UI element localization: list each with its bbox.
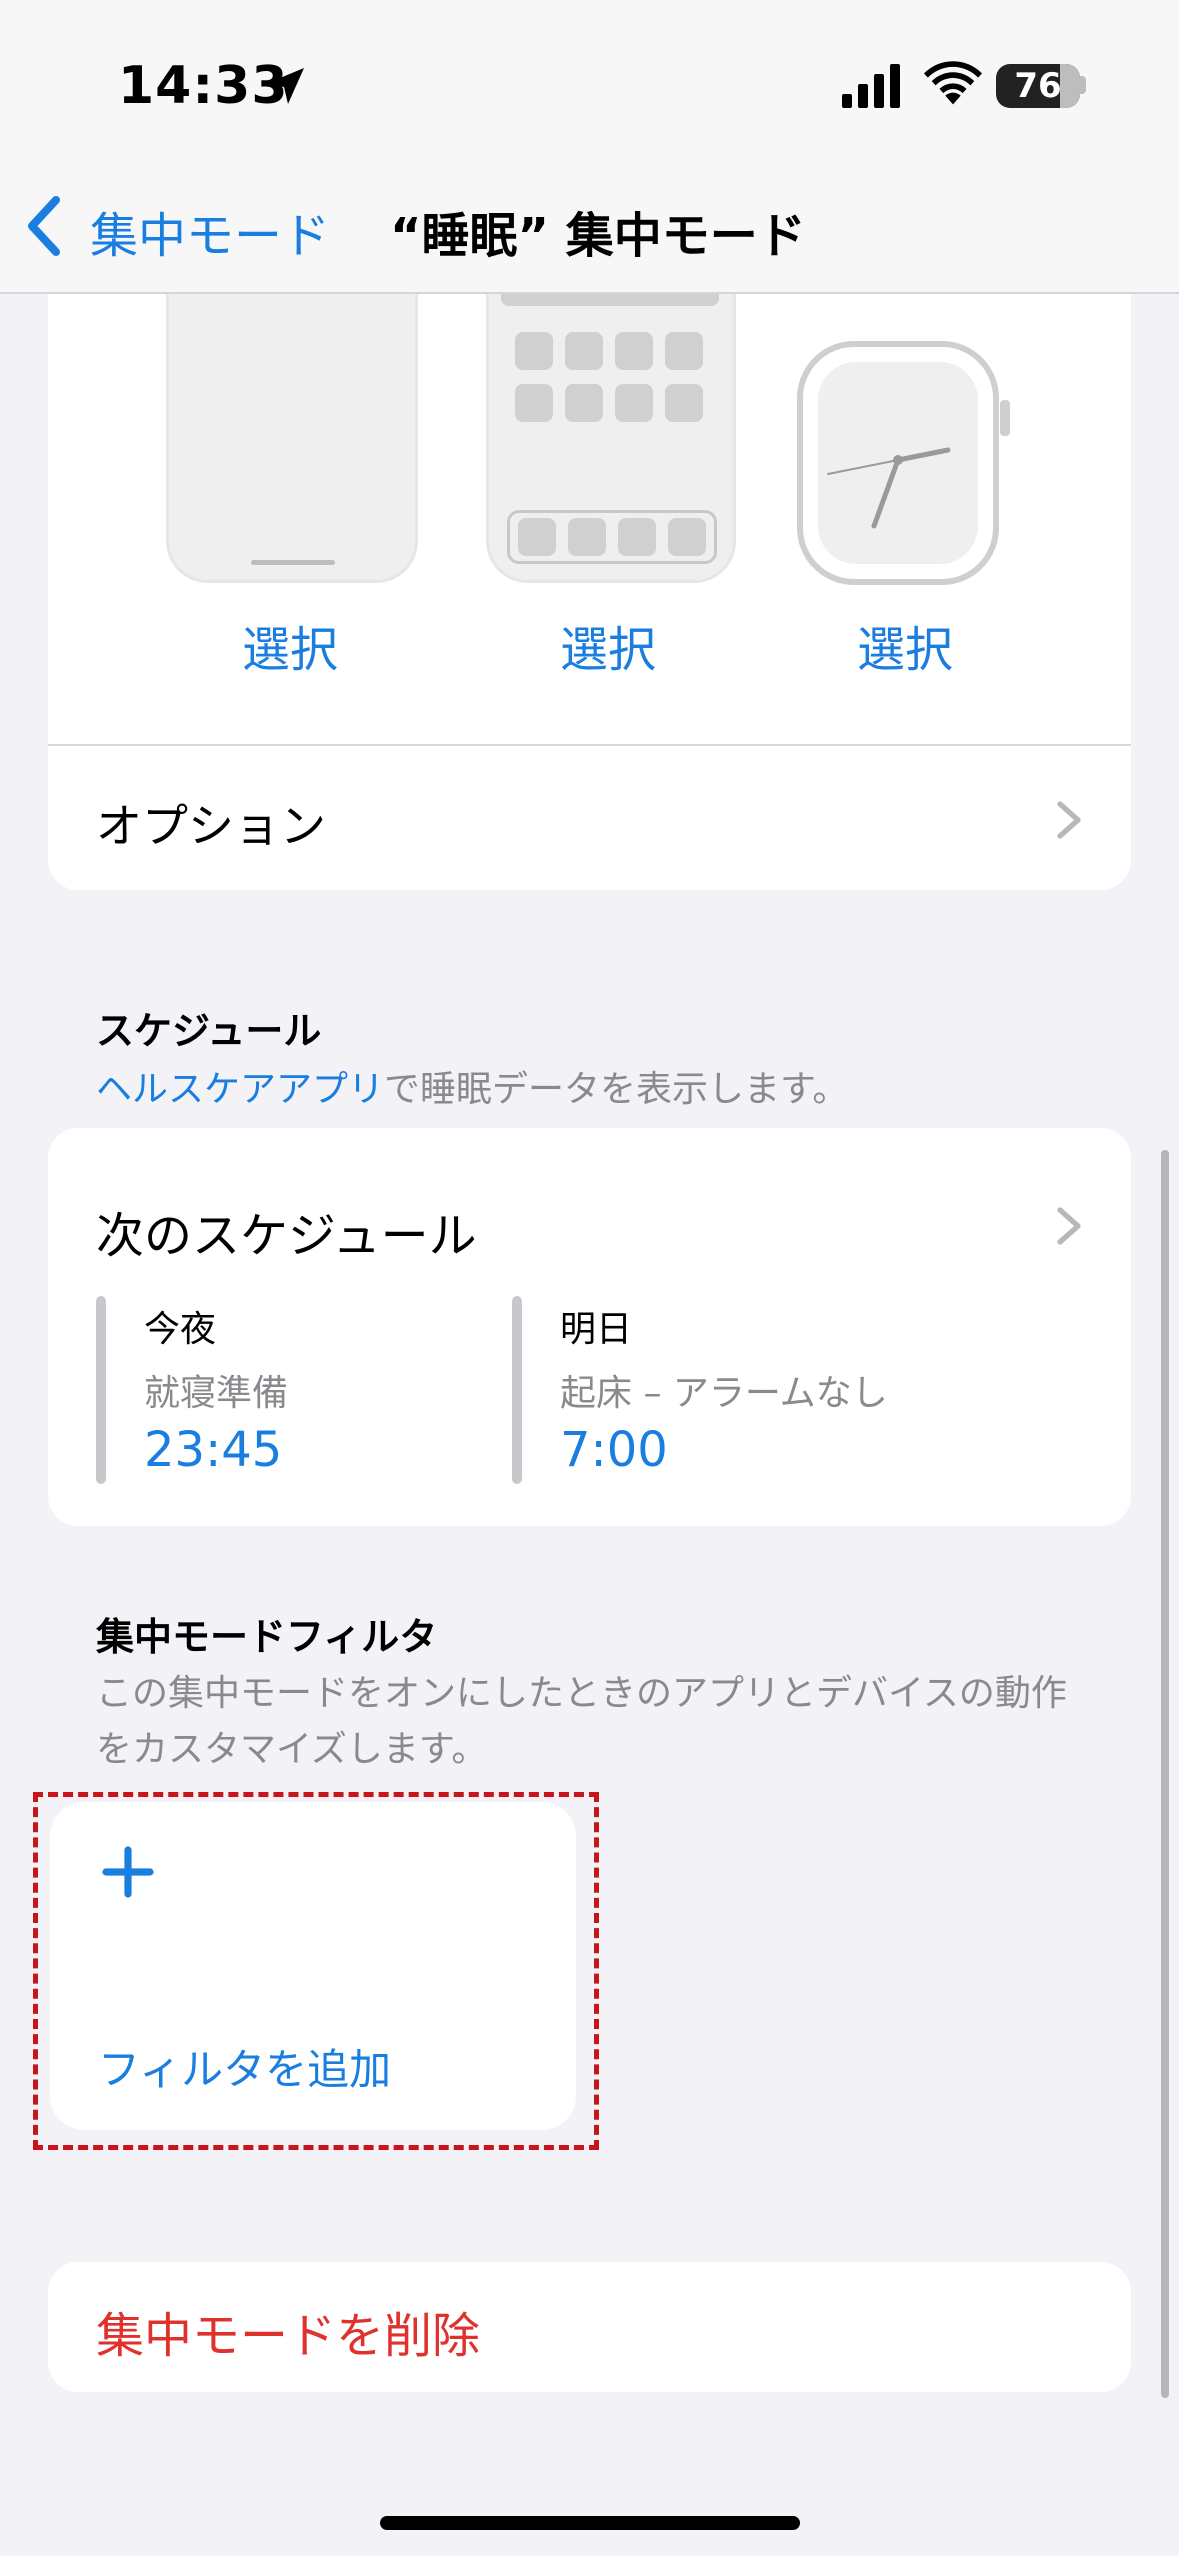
schedule-item-bar xyxy=(512,1296,522,1484)
top-bar: 14:33 76 集中モード “睡眠” 集中モード xyxy=(0,0,1179,294)
app-icon-placeholder xyxy=(565,384,603,422)
lock-screen-preview[interactable] xyxy=(166,292,418,583)
app-icon-placeholder xyxy=(515,384,553,422)
focus-filters-description: この集中モードをオンにしたときのアプリとデバイスの動作をカスタマイズします。 xyxy=(96,1673,1067,1770)
chevron-right-icon xyxy=(1057,1207,1081,1245)
delete-focus-button[interactable]: 集中モードを削除 xyxy=(96,2296,480,2366)
next-schedule-title[interactable]: 次のスケジュール xyxy=(96,1196,477,1266)
cellular-signal-icon xyxy=(842,64,900,108)
options-row[interactable]: オプション xyxy=(96,790,326,856)
schedule-item-day: 今夜 xyxy=(144,1309,217,1350)
schedule-item-bar xyxy=(96,1296,106,1484)
schedule-item-day: 明日 xyxy=(560,1309,633,1350)
divider xyxy=(48,744,1131,746)
schedule-item-time: 23:45 xyxy=(144,1422,283,1478)
select-lock-screen-button[interactable]: 選択 xyxy=(242,610,338,680)
app-icon-placeholder xyxy=(615,332,653,370)
health-app-link[interactable]: ヘルスケアアプリ xyxy=(96,1069,384,1110)
wifi-icon xyxy=(924,61,982,105)
back-button[interactable]: 集中モード xyxy=(90,196,330,266)
focus-filters-section-header: 集中モードフィルタ xyxy=(96,1615,438,1659)
widget-stub xyxy=(501,292,719,306)
schedule-section-header: スケジュール xyxy=(96,1009,322,1053)
schedule-section-description: ヘルスケアアプリで睡眠データを表示します。 xyxy=(96,1060,848,1112)
schedule-item-time: 7:00 xyxy=(560,1422,668,1478)
app-icon-placeholder xyxy=(665,332,703,370)
add-filter-button[interactable]: フィルタを追加 xyxy=(98,2036,391,2097)
location-arrow-icon xyxy=(268,68,304,104)
home-screen-preview[interactable] xyxy=(486,292,736,583)
battery-indicator: 76 xyxy=(996,64,1080,108)
battery-empty-portion xyxy=(1060,64,1080,108)
schedule-item-kind: 起床 – アラームなし xyxy=(560,1373,888,1414)
watch-face-preview[interactable] xyxy=(796,340,1011,586)
chevron-right-icon xyxy=(1057,801,1081,839)
app-icon-placeholder xyxy=(665,384,703,422)
app-icon-placeholder xyxy=(615,384,653,422)
home-bar-mini xyxy=(251,560,335,565)
dock-icon-placeholder xyxy=(518,518,556,556)
select-watch-face-button[interactable]: 選択 xyxy=(857,610,953,680)
dock-icon-placeholder xyxy=(618,518,656,556)
battery-tip xyxy=(1080,76,1086,94)
plus-icon[interactable] xyxy=(102,1846,154,1898)
scrollbar[interactable] xyxy=(1161,1150,1169,2398)
schedule-item-kind: 就寝準備 xyxy=(144,1373,289,1414)
battery-level: 76 xyxy=(1014,66,1062,106)
select-home-screen-button[interactable]: 選択 xyxy=(560,610,656,680)
page-title: “睡眠” 集中モード xyxy=(390,208,806,264)
home-indicator[interactable] xyxy=(380,2516,800,2530)
back-chevron-icon[interactable] xyxy=(24,194,64,258)
dock-icon-placeholder xyxy=(668,518,706,556)
app-icon-placeholder xyxy=(515,332,553,370)
app-icon-placeholder xyxy=(565,332,603,370)
schedule-description-text: で睡眠データを表示します。 xyxy=(384,1069,849,1110)
dock xyxy=(507,510,717,564)
dock-icon-placeholder xyxy=(568,518,606,556)
